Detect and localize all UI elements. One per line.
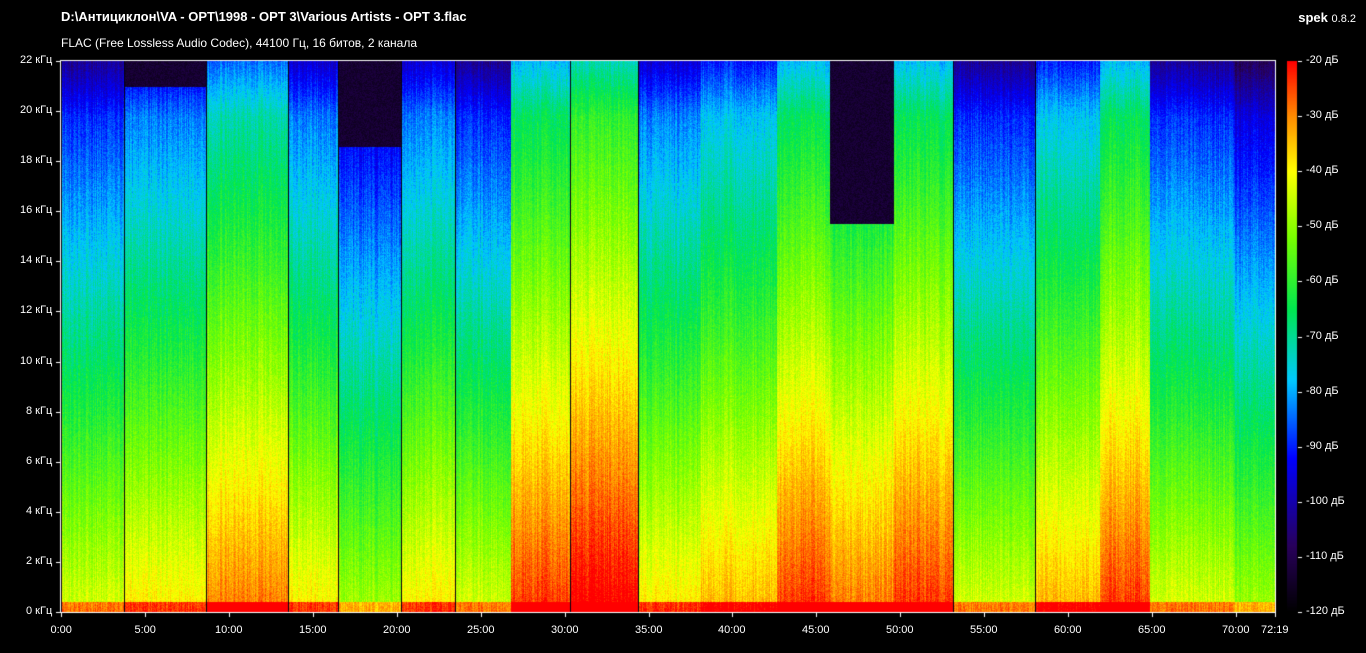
- x-tick-label: 72:19: [1261, 624, 1289, 636]
- x-tick-label: 55:00: [970, 624, 998, 636]
- y-tick-label: 0 кГц: [26, 605, 53, 617]
- x-tick-label: 25:00: [467, 624, 495, 636]
- spectrogram-canvas: [0, 0, 1366, 653]
- x-tick-label: 50:00: [886, 624, 914, 636]
- app-name: spek: [1298, 10, 1328, 25]
- file-path-title: D:\Антициклон\VA - OPT\1998 - OPT 3\Vari…: [61, 9, 467, 24]
- y-tick-label: 18 кГц: [20, 154, 53, 166]
- x-tick-label: 10:00: [215, 624, 243, 636]
- colorbar-tick-label: -110 дБ: [1306, 550, 1344, 562]
- x-tick-label: 40:00: [718, 624, 746, 636]
- colorbar-tick-label: -80 дБ: [1306, 385, 1339, 397]
- y-tick-label: 22 кГц: [20, 54, 53, 66]
- x-tick-label: 45:00: [802, 624, 830, 636]
- y-tick-label: 10 кГц: [20, 355, 53, 367]
- y-tick-label: 4 кГц: [26, 505, 53, 517]
- y-tick-label: 16 кГц: [20, 204, 53, 216]
- colorbar-tick-label: -70 дБ: [1306, 330, 1339, 342]
- colorbar-tick-label: -40 дБ: [1306, 164, 1339, 176]
- y-tick-label: 20 кГц: [20, 104, 53, 116]
- y-tick-label: 14 кГц: [20, 254, 53, 266]
- x-tick-label: 35:00: [635, 624, 663, 636]
- colorbar-tick-label: -90 дБ: [1306, 440, 1339, 452]
- colorbar-tick-label: -20 дБ: [1306, 54, 1339, 66]
- app-version-label: spek 0.8.2: [1298, 10, 1356, 25]
- y-tick-label: 12 кГц: [20, 304, 53, 316]
- x-tick-label: 60:00: [1054, 624, 1082, 636]
- colorbar-tick-label: -30 дБ: [1306, 109, 1339, 121]
- colorbar-tick-label: -60 дБ: [1306, 274, 1339, 286]
- x-tick-label: 0:00: [50, 624, 72, 636]
- app-version: 0.8.2: [1331, 13, 1356, 25]
- x-tick-label: 20:00: [383, 624, 411, 636]
- x-tick-label: 15:00: [299, 624, 327, 636]
- colorbar-tick-label: -50 дБ: [1306, 219, 1339, 231]
- x-tick-label: 65:00: [1138, 624, 1166, 636]
- colorbar-tick-label: -100 дБ: [1306, 495, 1345, 507]
- x-tick-label: 30:00: [551, 624, 579, 636]
- y-tick-label: 2 кГц: [26, 555, 53, 567]
- x-tick-label: 5:00: [134, 624, 156, 636]
- stream-info: FLAC (Free Lossless Audio Codec), 44100 …: [61, 36, 417, 50]
- y-tick-label: 6 кГц: [26, 455, 53, 467]
- x-tick-label: 70:00: [1222, 624, 1250, 636]
- y-tick-label: 8 кГц: [26, 405, 53, 417]
- colorbar-tick-label: -120 дБ: [1306, 605, 1345, 617]
